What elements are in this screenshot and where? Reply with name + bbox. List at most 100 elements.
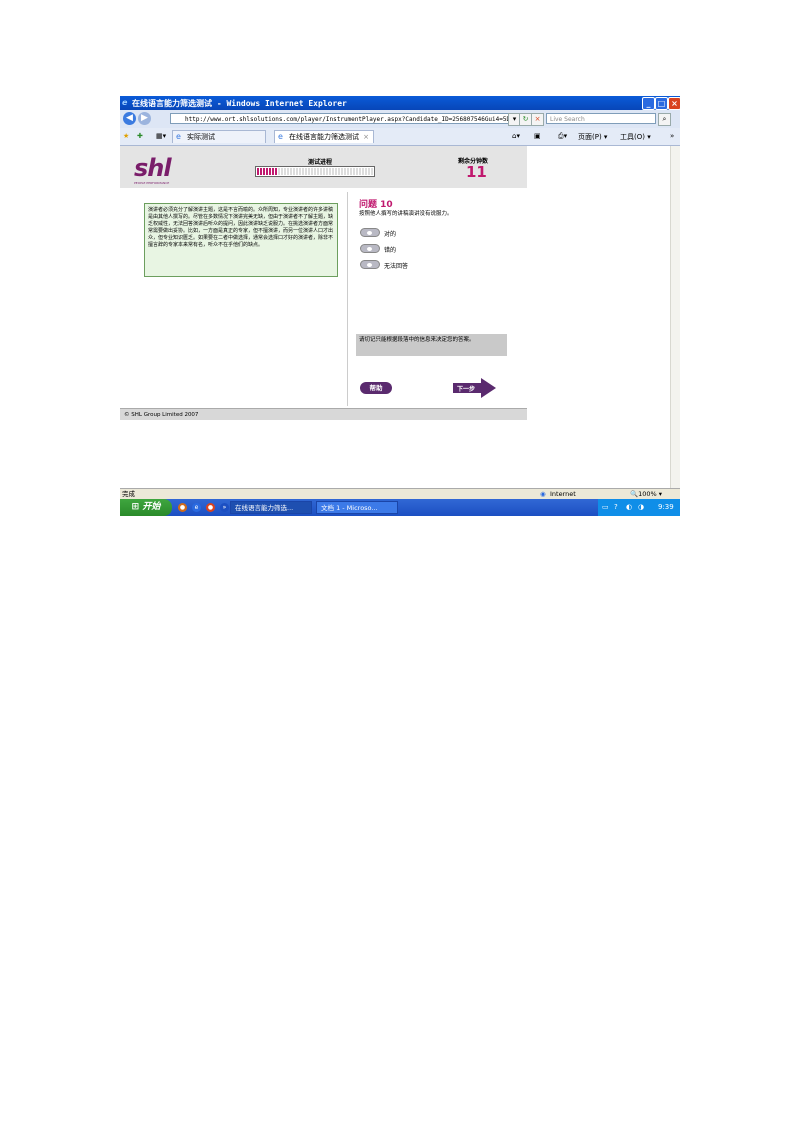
volume-icon[interactable]: ◑ xyxy=(638,499,644,516)
vertical-scrollbar[interactable] xyxy=(670,146,680,488)
help-button[interactable]: 帮助 xyxy=(360,382,392,394)
system-tray: ▭ ? ◐ ◑ 9:39 xyxy=(598,499,680,516)
zoom-icon: 🔍 xyxy=(630,490,639,498)
test-page: shl PEOPLE PERFORMANCE 测试进程 剩余分钟数 11 演讲者… xyxy=(120,146,527,422)
progress-segment xyxy=(275,168,277,175)
close-tab-icon[interactable]: × xyxy=(363,131,369,144)
progress-segment xyxy=(338,168,340,175)
favorites-star-icon[interactable]: ★ xyxy=(123,132,129,140)
maximize-button[interactable]: □ xyxy=(655,97,668,110)
progress-segment xyxy=(359,168,361,175)
zoom-level: 100% xyxy=(638,490,657,498)
progress-segment xyxy=(302,168,304,175)
radio-button-icon[interactable] xyxy=(360,260,380,269)
progress-segment xyxy=(371,168,373,175)
help-tray-icon[interactable]: ? xyxy=(614,499,618,516)
progress-segment xyxy=(266,168,268,175)
window-title: 在线语言能力筛选测试 - Windows Internet Explorer xyxy=(132,99,347,108)
search-icon[interactable]: ⌕ xyxy=(658,113,671,126)
test-header: shl PEOPLE PERFORMANCE 测试进程 剩余分钟数 11 xyxy=(120,146,527,188)
radio-button-icon[interactable] xyxy=(360,244,380,253)
progress-segment xyxy=(362,168,364,175)
chevron-more-icon[interactable]: » xyxy=(670,132,674,140)
tab-bar: ★ ✚ ▦▾ e 实际测试 e 在线语言能力筛选测试 × ⌂▾ ▣ ⎙▾ 页面(… xyxy=(120,128,680,146)
address-bar[interactable]: http://www.ort.shlsolutions.com/player/I… xyxy=(170,113,510,124)
page-menu-label: 页面(P) xyxy=(578,133,602,141)
progress-segment xyxy=(296,168,298,175)
tab-list-icon[interactable]: ▦▾ xyxy=(156,132,166,140)
keyboard-icon[interactable]: ▭ xyxy=(602,499,609,516)
tools-menu[interactable]: 工具(O) ▾ xyxy=(620,132,651,142)
progress-segment xyxy=(308,168,310,175)
tools-menu-label: 工具(O) xyxy=(620,133,645,141)
firefox-icon[interactable]: ● xyxy=(178,503,187,512)
progress-segment xyxy=(368,168,370,175)
start-button[interactable]: ⊞ 开始 xyxy=(120,499,172,516)
divider xyxy=(347,192,348,406)
shl-logo: shl xyxy=(134,154,172,182)
navigation-bar: ◀ ▶ http://www.ort.shlsolutions.com/play… xyxy=(120,110,680,129)
add-favorite-icon[interactable]: ✚ xyxy=(137,132,143,140)
progress-segment xyxy=(329,168,331,175)
next-label: 下一步 xyxy=(457,386,476,393)
tab-screening-test[interactable]: e 在线语言能力筛选测试 × xyxy=(274,130,374,143)
windows-flag-icon: ⊞ xyxy=(131,502,140,512)
progress-segment xyxy=(320,168,322,175)
progress-bar xyxy=(255,166,375,177)
next-button[interactable]: 下一步 xyxy=(453,378,496,398)
radio-button-icon[interactable] xyxy=(360,228,380,237)
option-label: 错的 xyxy=(384,247,397,254)
progress-segment xyxy=(332,168,334,175)
progress-segment xyxy=(272,168,274,175)
title-bar: e 在线语言能力筛选测试 - Windows Internet Explorer… xyxy=(120,96,680,110)
progress-segment xyxy=(317,168,319,175)
browser-window: e 在线语言能力筛选测试 - Windows Internet Explorer… xyxy=(120,96,680,516)
page-icon: e xyxy=(176,132,181,141)
back-icon[interactable]: ◀ xyxy=(123,112,136,125)
network-icon[interactable]: ◐ xyxy=(626,499,632,516)
task-ie-window[interactable]: 在线语言能力筛选... xyxy=(230,501,312,514)
progress-segment xyxy=(341,168,343,175)
tab-label: 在线语言能力筛选测试 xyxy=(289,133,359,141)
close-button[interactable]: × xyxy=(668,97,680,110)
print-icon[interactable]: ⎙▾ xyxy=(558,132,567,141)
clock: 9:39 xyxy=(658,503,674,511)
arrow-right-icon xyxy=(481,378,496,398)
option-label: 对的 xyxy=(384,231,397,238)
tab-label: 实际测试 xyxy=(187,133,215,141)
start-label: 开始 xyxy=(142,502,161,512)
more-quicklaunch-icon[interactable]: » xyxy=(220,503,229,512)
minimize-button[interactable]: _ xyxy=(642,97,655,110)
task-word-window[interactable]: 文档 1 - Microso... xyxy=(316,501,398,514)
progress-segment xyxy=(260,168,262,175)
progress-segment xyxy=(257,168,259,175)
option-true[interactable]: 对的 xyxy=(360,228,450,238)
progress-segment xyxy=(281,168,283,175)
progress-segment xyxy=(311,168,313,175)
progress-segment xyxy=(353,168,355,175)
search-input[interactable]: Live Search xyxy=(546,113,656,124)
progress-segment xyxy=(347,168,349,175)
stop-icon[interactable]: × xyxy=(531,113,544,126)
option-cannot-say[interactable]: 无法回答 xyxy=(360,260,450,270)
ie-quicklaunch-icon[interactable]: e xyxy=(192,503,201,512)
taskbar: ⊞ 开始 ● e ● » 在线语言能力筛选... 文档 1 - Microso.… xyxy=(120,499,680,516)
option-false[interactable]: 错的 xyxy=(360,244,450,254)
progress-segment xyxy=(305,168,307,175)
forward-icon[interactable]: ▶ xyxy=(138,112,151,125)
copyright-footer: © SHL Group Limited 2007 xyxy=(120,408,527,420)
feeds-icon[interactable]: ▣ xyxy=(534,132,541,140)
progress-segment xyxy=(314,168,316,175)
question-text: 按照他人撰写的讲稿演讲没有说服力。 xyxy=(359,211,453,217)
progress-segment xyxy=(356,168,358,175)
progress-segment xyxy=(269,168,271,175)
tab-practice-test[interactable]: e 实际测试 xyxy=(172,130,266,143)
progress-segment xyxy=(284,168,286,175)
app-quicklaunch-icon[interactable]: ● xyxy=(206,503,215,512)
progress-segment xyxy=(299,168,301,175)
home-icon[interactable]: ⌂▾ xyxy=(512,132,520,140)
ie-icon: e xyxy=(122,98,128,107)
page-menu[interactable]: 页面(P) ▾ xyxy=(578,132,607,142)
page-content: shl PEOPLE PERFORMANCE 测试进程 剩余分钟数 11 演讲者… xyxy=(120,146,680,488)
time-remaining-value: 11 xyxy=(466,163,487,181)
